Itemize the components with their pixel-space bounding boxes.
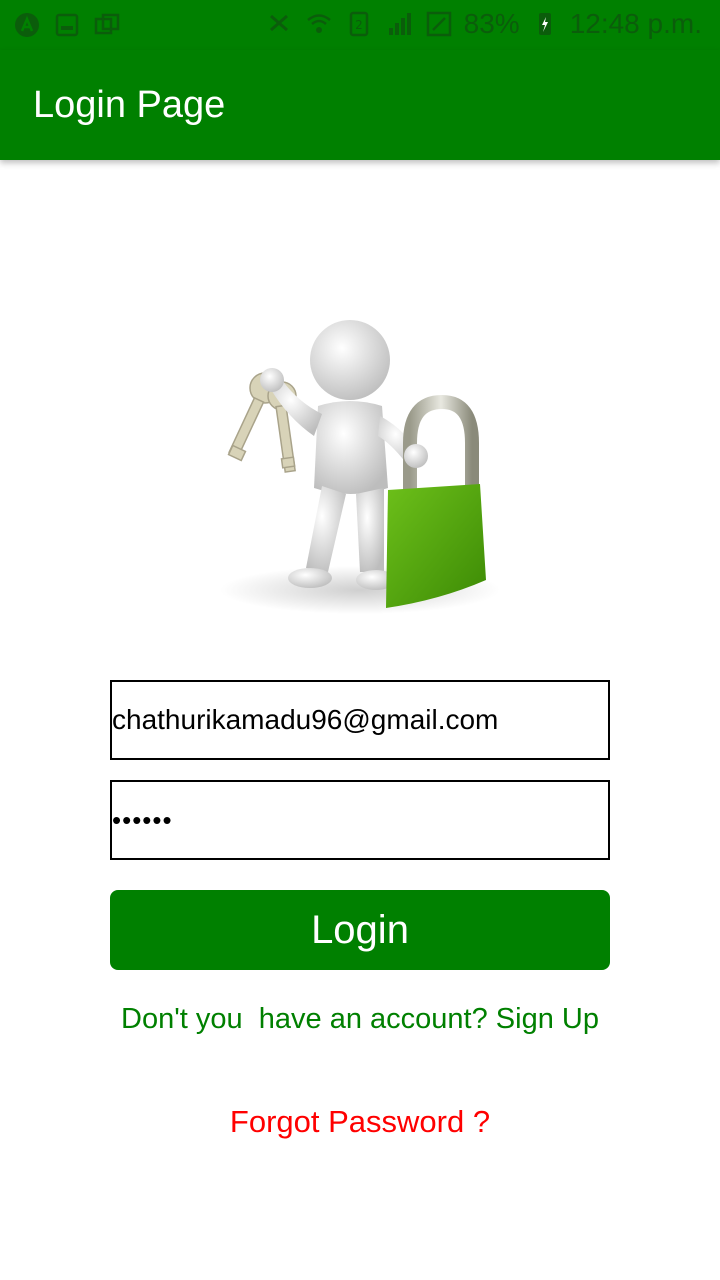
no-sim-icon [424, 9, 454, 39]
forgot-password-link[interactable]: Forgot Password ? [0, 1104, 720, 1140]
clock: 12:48 p.m. [569, 8, 702, 39]
login-illustration [210, 318, 510, 620]
mute-icon [264, 9, 294, 39]
sim2-icon: 2 [344, 9, 374, 39]
person-with-keys-and-lock-icon [210, 318, 510, 620]
password-field[interactable] [110, 780, 610, 860]
signup-link[interactable]: Don't you have an account? Sign Up [0, 1003, 720, 1036]
login-button[interactable]: Login [110, 890, 610, 970]
email-field[interactable] [110, 680, 610, 760]
wifi-icon [304, 9, 334, 39]
status-right-icons: 2 83% 12:48 p.m. [264, 8, 702, 40]
gallery-icon [52, 10, 82, 40]
status-bar: 2 83% 12:48 p.m. [0, 0, 720, 50]
assistant-icon [12, 10, 42, 40]
email-input[interactable] [112, 682, 608, 758]
password-input[interactable] [112, 782, 608, 858]
svg-text:2: 2 [355, 18, 363, 32]
page-title: Login Page [33, 84, 226, 126]
status-left-icons [12, 10, 122, 40]
battery-percent: 83% [463, 8, 520, 39]
app-bar: Login Page [0, 50, 720, 160]
login-button-label: Login [311, 907, 409, 952]
signal-icon [384, 9, 414, 39]
battery-charging-icon [530, 9, 560, 39]
login-screen: 2 83% 12:48 p.m. Login Page chathurikama… [0, 0, 720, 1280]
multi-window-icon [92, 10, 122, 40]
